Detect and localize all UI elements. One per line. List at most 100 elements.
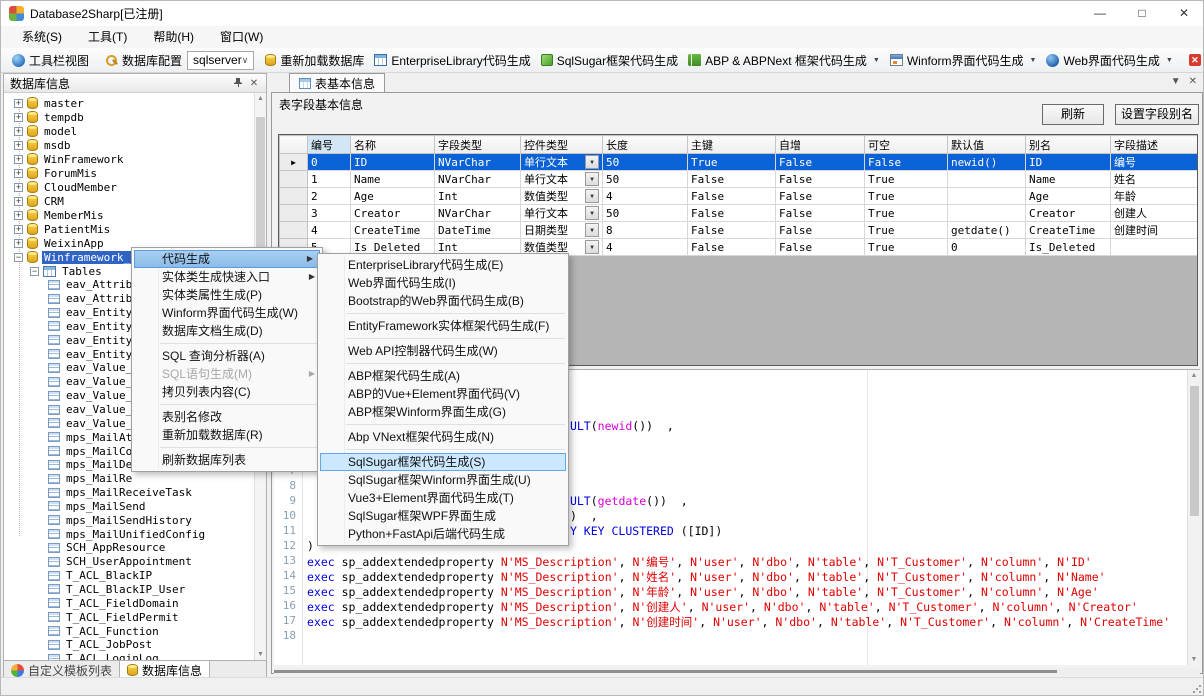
toolbar-view-button[interactable]: 工具栏视图	[7, 49, 94, 71]
grid-cell[interactable]: False	[776, 154, 865, 171]
grid-corner-cell[interactable]	[280, 136, 308, 154]
grid-cell[interactable]	[948, 205, 1026, 222]
tab-table-basic-info[interactable]: 表基本信息	[289, 73, 385, 92]
grid-cell[interactable]: 1	[308, 171, 351, 188]
column-header-10[interactable]: 字段描述	[1111, 136, 1198, 154]
set-field-alias-button[interactable]: 设置字段别名	[1115, 104, 1199, 125]
submenu-item-16[interactable]: Vue3+Element界面代码生成(T)	[318, 489, 568, 507]
tree-node-membermis[interactable]: +MemberMis	[4, 208, 254, 222]
tree-node-mps-mailre-14[interactable]: mps_MailRe	[4, 472, 254, 486]
grid-cell[interactable]: True	[688, 154, 776, 171]
dock-close-icon[interactable]: ✕	[1189, 76, 1197, 87]
tree-node-t-acl-loginlog-27[interactable]: T_ACL_LoginLog	[4, 652, 254, 660]
grid-cell[interactable]: False	[776, 188, 865, 205]
grid-cell[interactable]: DateTime	[435, 222, 521, 239]
row-selector[interactable]	[280, 171, 308, 188]
grid-cell[interactable]: False	[776, 222, 865, 239]
submenu-item-1[interactable]: Web界面代码生成(I)	[318, 274, 568, 292]
submenu-item-15[interactable]: SqlSugar框架Winform界面生成(U)	[318, 471, 568, 489]
expand-toggle-icon[interactable]: +	[14, 169, 23, 178]
tree-node-winframework[interactable]: +WinFramework	[4, 152, 254, 166]
tree-node-mps-mailreceivetask-15[interactable]: mps_MailReceiveTask	[4, 486, 254, 500]
context-menu-item-2[interactable]: 实体类属性生成(P)	[132, 286, 322, 304]
tree-node-crm[interactable]: +CRM	[4, 194, 254, 208]
toolbar-reload-button[interactable]: 重新加载数据库	[260, 49, 369, 71]
column-header-1[interactable]: 名称	[351, 136, 435, 154]
maximize-button[interactable]: □	[1121, 1, 1163, 26]
grid-cell[interactable]: NVarChar	[435, 154, 521, 171]
grid-cell[interactable]: 2	[308, 188, 351, 205]
tree-node-t-acl-function-25[interactable]: T_ACL_Function	[4, 624, 254, 638]
combo-dropdown-icon[interactable]: ▼	[585, 240, 599, 254]
grid-cell[interactable]: 数值类型▼	[521, 188, 603, 205]
scroll-down-icon[interactable]: ▼	[255, 651, 266, 658]
panel-close-icon[interactable]: ✕	[246, 78, 262, 89]
context-menu-item-6[interactable]: SQL 查询分析器(A)	[132, 347, 322, 365]
database-type-combobox[interactable]: sqlserver ∨	[187, 51, 254, 70]
scroll-up-icon[interactable]: ▲	[1188, 372, 1200, 379]
column-header-9[interactable]: 别名	[1026, 136, 1111, 154]
grid-cell[interactable]: Age	[351, 188, 435, 205]
combo-dropdown-icon[interactable]: ▼	[585, 172, 599, 186]
tree-node-forummis[interactable]: +ForumMis	[4, 166, 254, 180]
context-menu-item-4[interactable]: 数据库文档生成(D)	[132, 322, 322, 340]
tree-node-sch-appresource-19[interactable]: SCH_AppResource	[4, 541, 254, 555]
grid-cell[interactable]: False	[688, 205, 776, 222]
context-menu-item-13[interactable]: 刷新数据库列表	[132, 451, 322, 469]
expand-toggle-icon[interactable]: +	[14, 239, 23, 248]
context-menu-item-8[interactable]: 拷贝列表内容(C)	[132, 383, 322, 401]
grid-cell[interactable]: 4	[603, 239, 688, 256]
grid-cell[interactable]: False	[776, 239, 865, 256]
grid-cell[interactable]: newid()	[948, 154, 1026, 171]
grid-cell[interactable]: 3	[308, 205, 351, 222]
column-header-4[interactable]: 长度	[603, 136, 688, 154]
row-selector[interactable]	[280, 188, 308, 205]
tree-node-mps-mailsendhistory-17[interactable]: mps_MailSendHistory	[4, 513, 254, 527]
grid-cell[interactable]: Creator	[1026, 205, 1111, 222]
menubar-item-0[interactable]: 系统(S)	[9, 26, 75, 48]
submenu-item-8[interactable]: ABP框架代码生成(A)	[318, 367, 568, 385]
context-menu-item-11[interactable]: 重新加载数据库(R)	[132, 426, 322, 444]
grid-cell[interactable]: True	[865, 222, 948, 239]
grid-cell[interactable]: 0	[308, 154, 351, 171]
submenu-item-18[interactable]: Python+FastApi后端代码生成	[318, 525, 568, 543]
table-row[interactable]: 4CreateTimeDateTime日期类型▼8FalseFalseTrueg…	[280, 222, 1198, 239]
grid-cell[interactable]: False	[776, 171, 865, 188]
grid-cell[interactable]	[948, 171, 1026, 188]
grid-cell[interactable]: Is_Deleted	[1026, 239, 1111, 256]
grid-cell[interactable]: True	[865, 171, 948, 188]
toolbar-web-button[interactable]: Web界面代码生成 ▼	[1041, 49, 1177, 71]
grid-cell[interactable]: 日期类型▼	[521, 222, 603, 239]
tree-node-sch-userappointment-20[interactable]: SCH_UserAppointment	[4, 555, 254, 569]
tree-node-tempdb[interactable]: +tempdb	[4, 110, 254, 124]
grid-cell[interactable]: 50	[603, 154, 688, 171]
scrollbar-thumb[interactable]	[256, 117, 265, 267]
table-row[interactable]: 1NameNVarChar单行文本▼50FalseFalseTrueName姓名	[280, 171, 1198, 188]
tree-node-t-acl-blackip-21[interactable]: T_ACL_BlackIP	[4, 569, 254, 583]
grid-cell[interactable]: Int	[435, 188, 521, 205]
column-header-3[interactable]: 控件类型	[521, 136, 603, 154]
scrollbar-thumb[interactable]	[274, 670, 1057, 673]
code-horizontal-scrollbar[interactable]	[274, 668, 1200, 675]
grid-cell[interactable]: ID	[351, 154, 435, 171]
scroll-down-icon[interactable]: ▼	[1188, 656, 1200, 663]
submenu-item-4[interactable]: EntityFramework实体框架代码生成(F)	[318, 317, 568, 335]
grid-cell[interactable]: CreateTime	[1026, 222, 1111, 239]
grid-cell[interactable]: ID	[1026, 154, 1111, 171]
toolbar-exit-button[interactable]: ✕ 退出	[1184, 49, 1204, 71]
expand-toggle-icon[interactable]: +	[14, 127, 23, 136]
grid-cell[interactable]: 0	[948, 239, 1026, 256]
submenu-item-9[interactable]: ABP的Vue+Element界面代码(V)	[318, 385, 568, 403]
grid-cell[interactable]: 编号	[1111, 154, 1198, 171]
toolbar-enterpriselibrary-button[interactable]: EnterpriseLibrary代码生成	[369, 49, 535, 71]
tree-node-t-acl-blackip-user-22[interactable]: T_ACL_BlackIP_User	[4, 583, 254, 597]
grid-cell[interactable]: False	[776, 205, 865, 222]
combo-dropdown-icon[interactable]: ▼	[585, 155, 599, 169]
grid-cell[interactable]: 50	[603, 205, 688, 222]
toolbar-abp-button[interactable]: ABP & ABPNext 框架代码生成 ▼	[683, 49, 885, 71]
column-header-7[interactable]: 可空	[865, 136, 948, 154]
expand-toggle-icon[interactable]: +	[14, 99, 23, 108]
menubar-item-1[interactable]: 工具(T)	[75, 26, 140, 48]
grid-cell[interactable]: Creator	[351, 205, 435, 222]
close-button[interactable]: ✕	[1163, 1, 1204, 26]
